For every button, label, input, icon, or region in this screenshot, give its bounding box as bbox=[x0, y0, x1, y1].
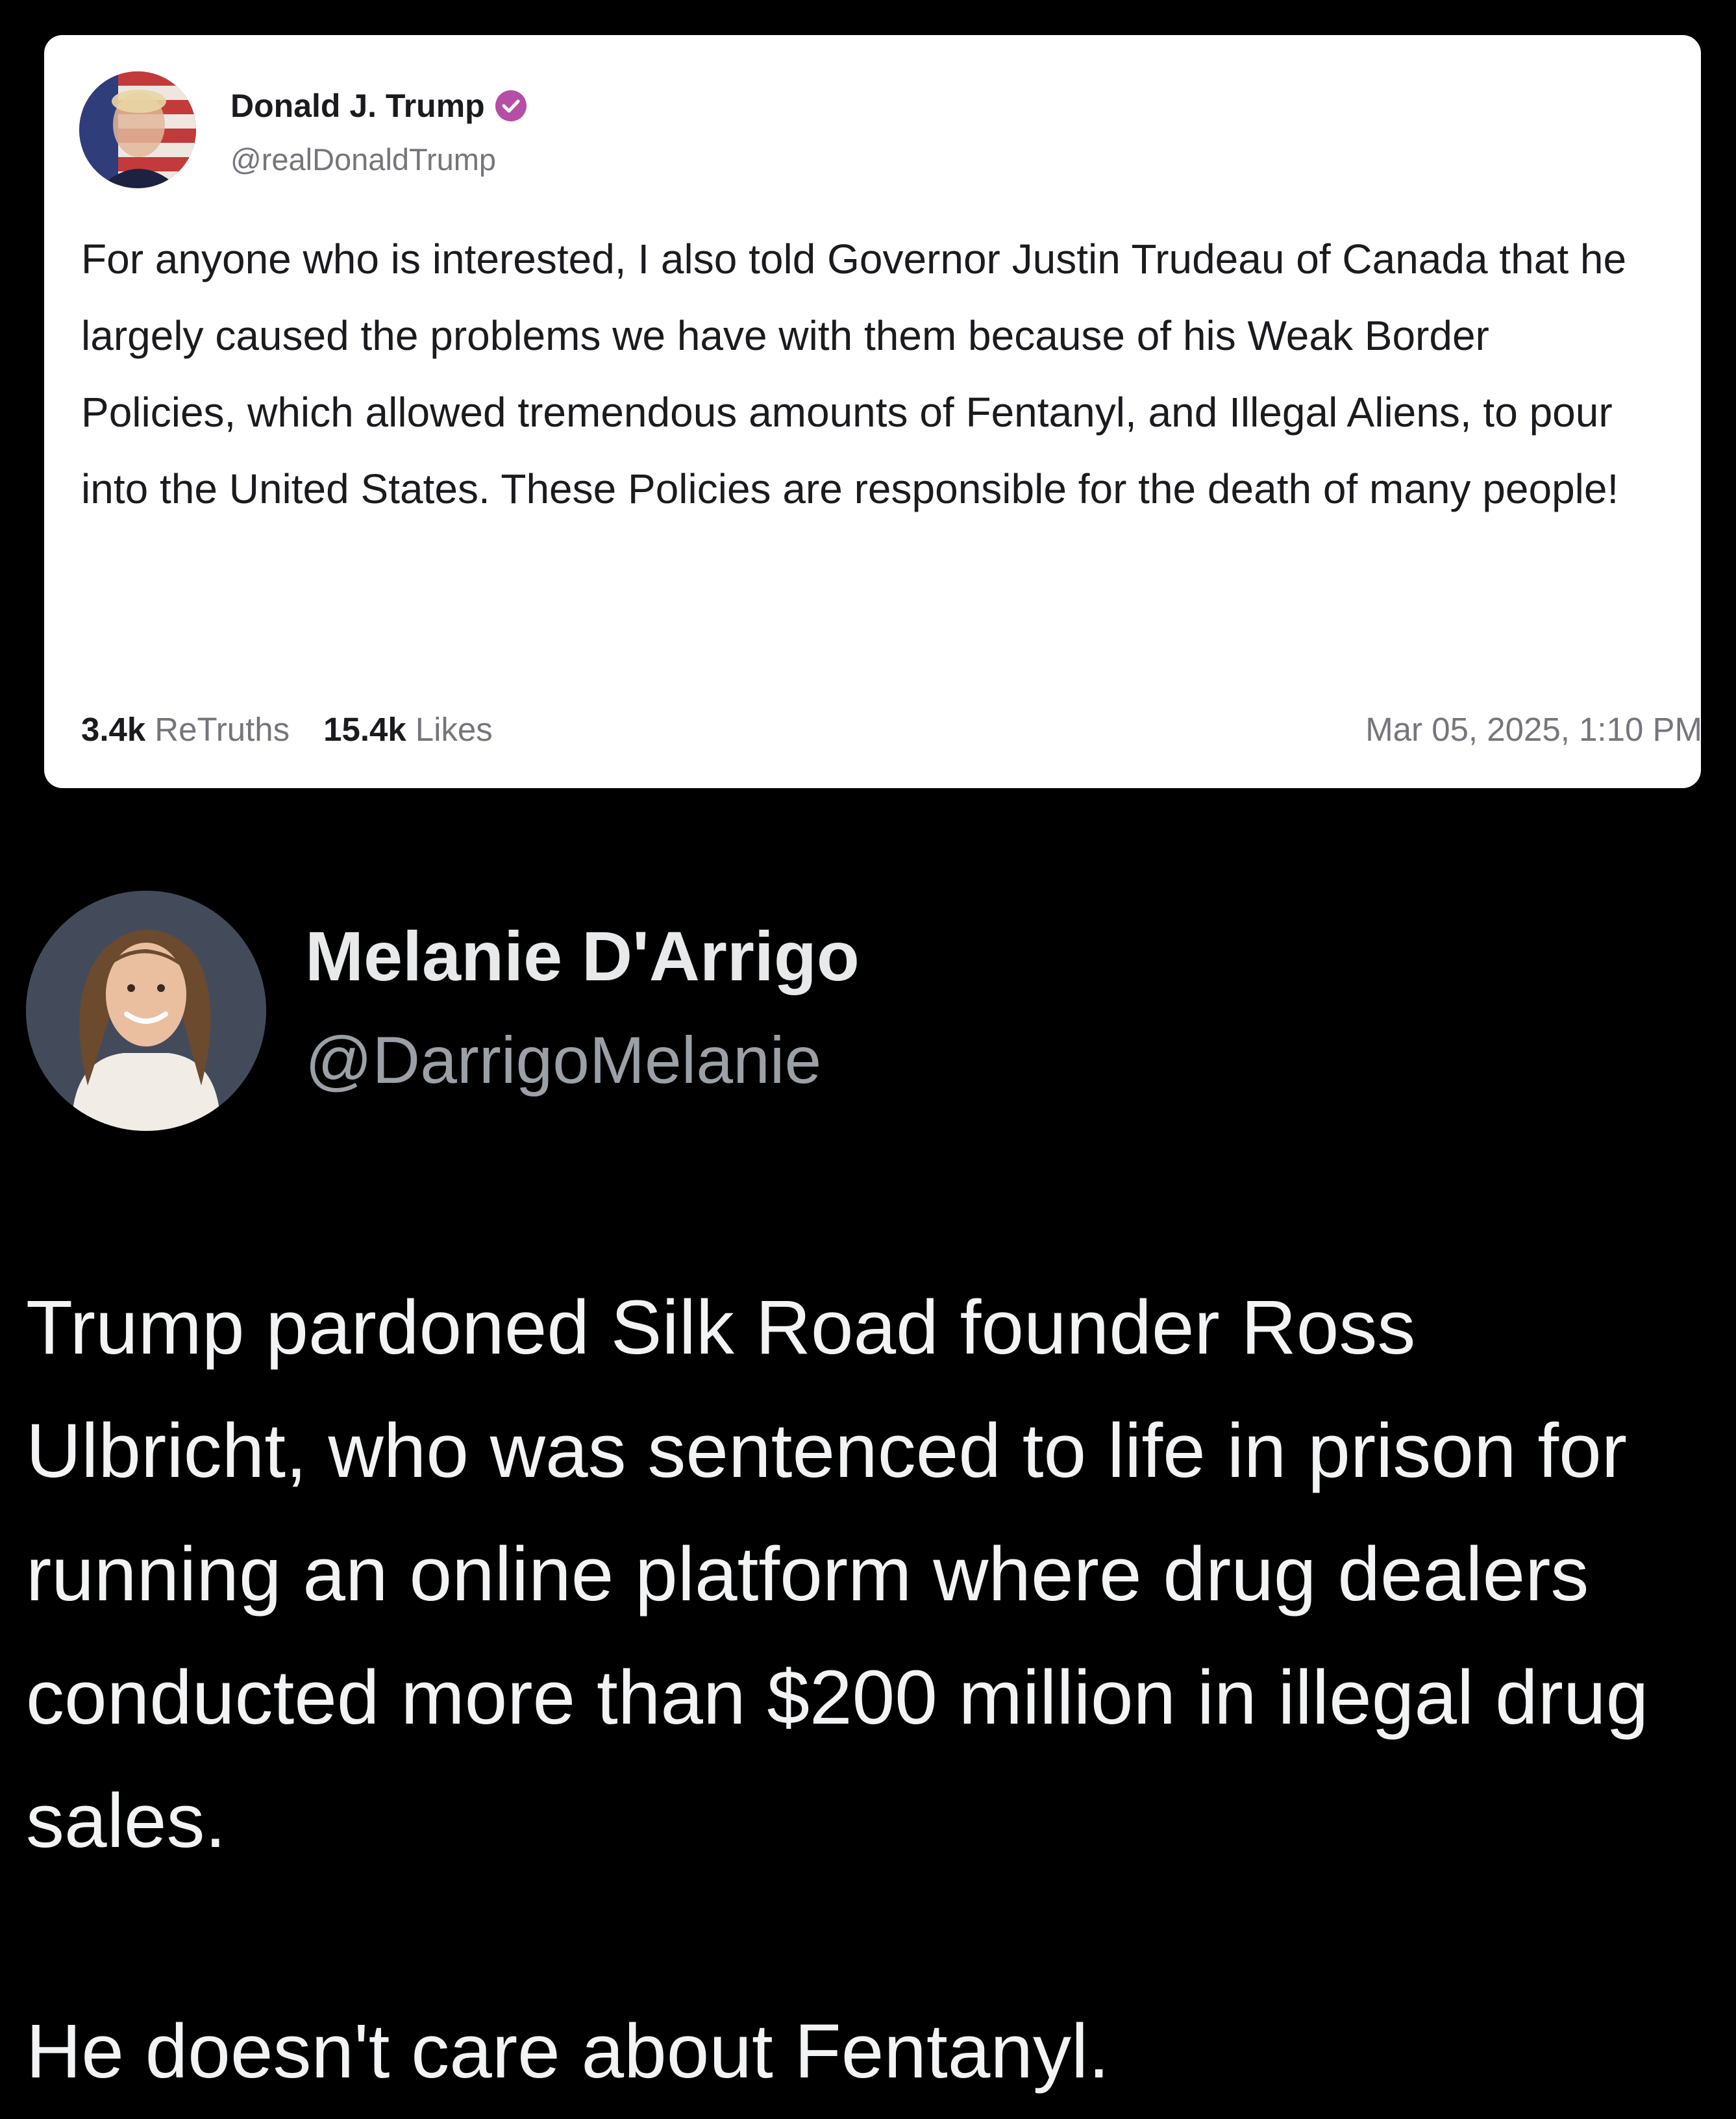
truth-post-timestamp[interactable]: Mar 05, 2025, 1:10 PM bbox=[1365, 710, 1702, 749]
likes-label: Likes bbox=[415, 710, 493, 748]
truth-post-footer: 3.4k ReTruths 15.4k Likes Mar 05, 2025, … bbox=[81, 706, 1702, 752]
verified-badge-icon bbox=[494, 89, 528, 123]
melanie-avatar[interactable] bbox=[26, 891, 266, 1131]
trump-name-row: Donald J. Trump bbox=[230, 83, 528, 129]
retruths-count: 3.4k bbox=[81, 710, 146, 748]
retruths-stat[interactable]: 3.4k ReTruths bbox=[81, 710, 290, 749]
retruths-label: ReTruths bbox=[155, 710, 290, 748]
melanie-handle[interactable]: @DarrigoMelanie bbox=[305, 1022, 821, 1098]
tweet-text: Trump pardoned Silk Road founder Ross Ul… bbox=[26, 1285, 1649, 1864]
likes-count: 15.4k bbox=[323, 710, 406, 748]
trump-display-name[interactable]: Donald J. Trump bbox=[230, 87, 485, 125]
melanie-avatar-image bbox=[26, 891, 266, 1131]
trump-avatar-image bbox=[79, 71, 196, 188]
truth-post-text: For anyone who is interested, I also tol… bbox=[81, 236, 1627, 512]
tweet-closing-line: He doesn't care about Fentanyl. bbox=[26, 2009, 1110, 2094]
melanie-display-name[interactable]: Melanie D'Arrigo bbox=[305, 915, 860, 997]
likes-stat[interactable]: 15.4k Likes bbox=[323, 710, 493, 749]
trump-avatar[interactable] bbox=[79, 71, 196, 188]
trump-handle[interactable]: @realDonaldTrump bbox=[230, 142, 496, 177]
